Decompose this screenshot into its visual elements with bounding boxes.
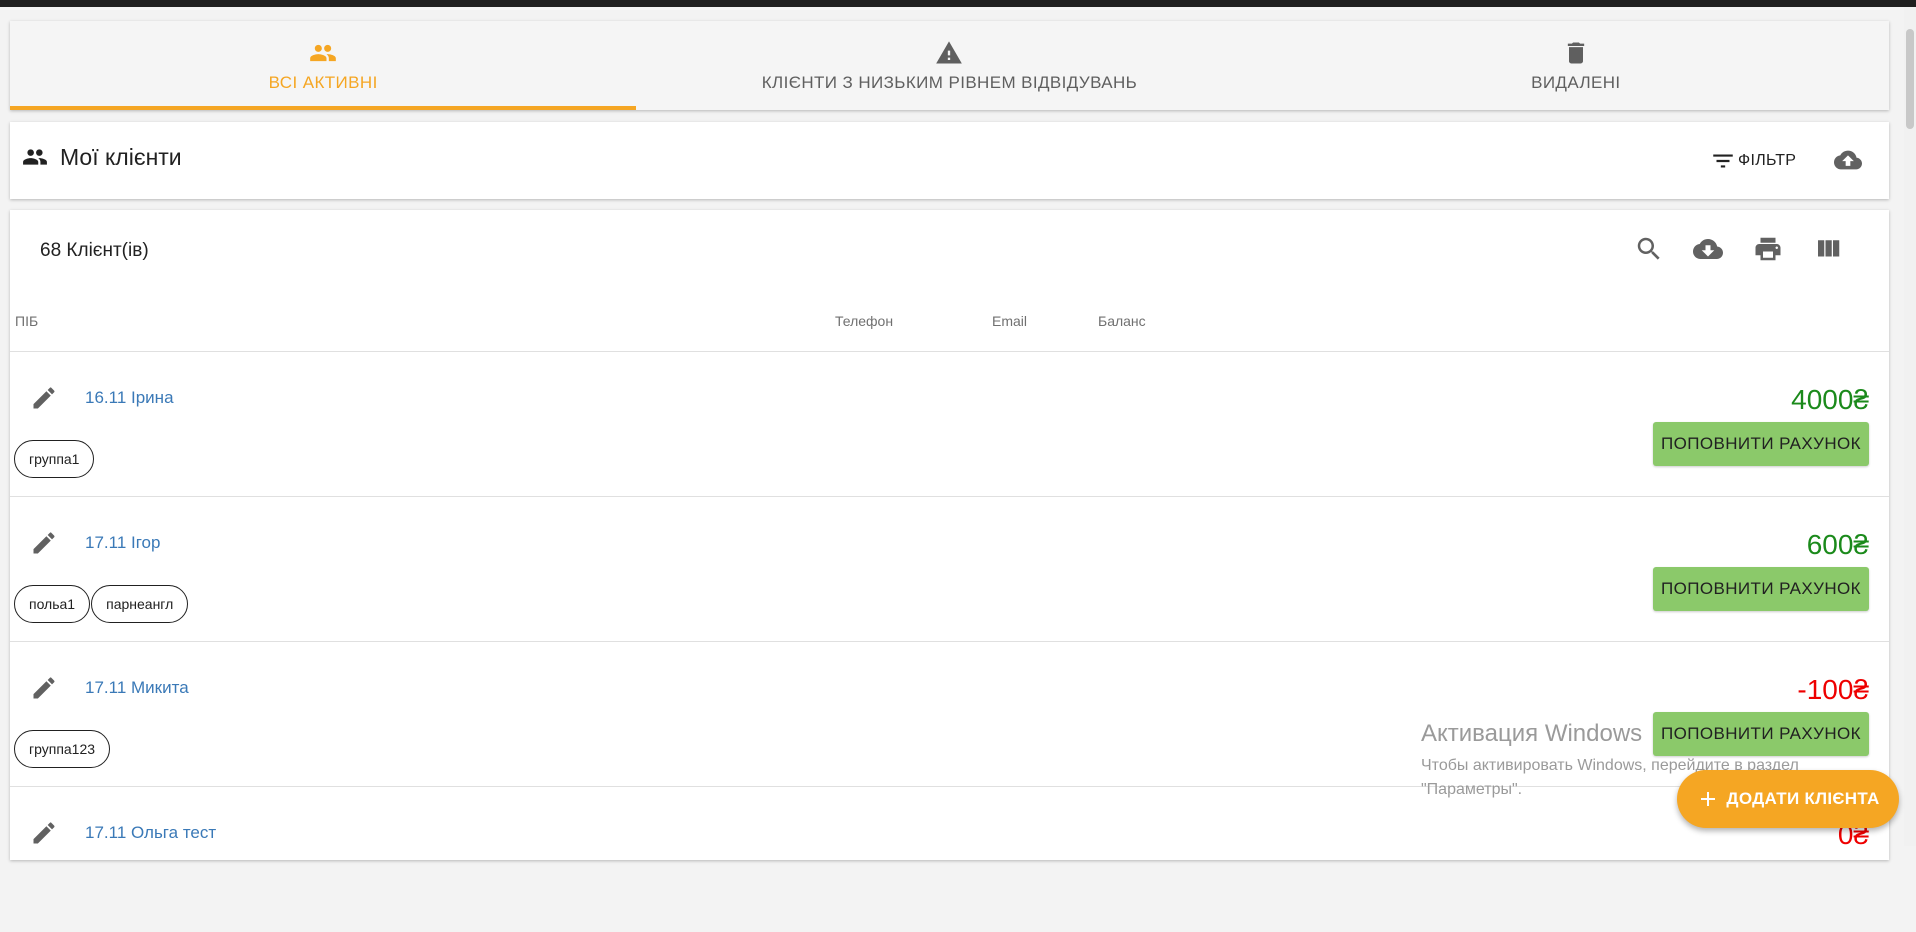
edit-icon[interactable] [30, 674, 58, 702]
trash-icon [1567, 42, 1584, 63]
edit-icon[interactable] [30, 819, 58, 847]
cloud-download-icon[interactable] [1693, 234, 1723, 264]
tab-low-attendance[interactable]: КЛІЄНТИ З НИЗЬКИМ РІВНЕМ ВІДВІДУВАНЬ [636, 21, 1262, 110]
view-columns-icon[interactable] [1813, 234, 1843, 264]
print-icon[interactable] [1753, 234, 1783, 264]
tag-chip[interactable]: группа1 [14, 440, 95, 478]
client-name-link[interactable]: 17.11 Микита [85, 678, 189, 698]
column-header-phone[interactable]: Телефон [835, 313, 893, 329]
warning-icon [936, 40, 963, 63]
client-balance: 600₴ [1806, 529, 1869, 560]
tag-chip[interactable]: польа1 [14, 585, 91, 623]
client-name-link[interactable]: 17.11 Ігор [85, 533, 160, 553]
filter-button[interactable]: ФІЛЬТР [1710, 148, 1796, 174]
tab-label: КЛІЄНТИ З НИЗЬКИМ РІВНЕМ ВІДВІДУВАНЬ [761, 72, 1138, 92]
add-client-button[interactable]: ДОДАТИ КЛІЄНТА [1677, 770, 1899, 828]
scrollbar-thumb[interactable] [1906, 29, 1914, 129]
people-icon [310, 44, 336, 61]
table-row: 17.11 Ігор польа1 парнеангл 600₴ ПОПОВНИ… [10, 496, 1889, 642]
column-header-name[interactable]: ПІБ [15, 313, 38, 329]
client-name-link[interactable]: 17.11 Ольга тест [85, 823, 216, 843]
cloud-upload-icon[interactable] [1832, 146, 1864, 174]
client-balance: 4000₴ [1791, 384, 1869, 415]
filter-label: ФІЛЬТР [1738, 152, 1797, 169]
tab-all-active[interactable]: ВСІ АКТИВНІ [10, 21, 637, 110]
window-top-bar [0, 0, 1916, 7]
tag-chip[interactable]: парнеангл [91, 585, 189, 623]
client-tags: польа1 парнеангл [14, 585, 189, 623]
client-tags: группа1 [14, 440, 95, 478]
plus-icon [1701, 792, 1716, 806]
edit-icon[interactable] [30, 384, 58, 412]
clients-header: Мої клієнти ФІЛЬТР [10, 122, 1889, 199]
page-scrollbar[interactable] [1904, 7, 1916, 846]
tab-label: ВСІ АКТИВНІ [268, 72, 378, 92]
top-up-button[interactable]: ПОПОВНИТИ РАХУНОК [1653, 712, 1869, 756]
client-count: 68 Клієнт(ів) [40, 240, 149, 261]
client-balance: -100₴ [1797, 674, 1869, 705]
table-row: 16.11 Ірина группа1 4000₴ ПОПОВНИТИ РАХУ… [10, 351, 1889, 497]
tab-deleted[interactable]: ВИДАЛЕНІ [1263, 21, 1889, 110]
tab-label: ВИДАЛЕНІ [1531, 72, 1621, 92]
page-title: Мої клієнти [60, 144, 182, 170]
client-tabs: ВСІ АКТИВНІ КЛІЄНТИ З НИЗЬКИМ РІВНЕМ ВІД… [10, 21, 1889, 110]
table-row: 17.11 Ольга тест 0₴ [10, 786, 1889, 932]
edit-icon[interactable] [30, 529, 58, 557]
table-row: 17.11 Микита группа123 -100₴ ПОПОВНИТИ Р… [10, 641, 1889, 787]
top-up-button[interactable]: ПОПОВНИТИ РАХУНОК [1653, 567, 1869, 611]
filter-icon [1713, 154, 1733, 168]
tag-chip[interactable]: группа123 [14, 730, 111, 768]
client-tags: группа123 [14, 730, 111, 768]
client-name-link[interactable]: 16.11 Ірина [85, 388, 174, 408]
clients-table: 68 Клієнт(ів) ПІБ Телефон Email Баланс 1… [10, 210, 1889, 860]
top-up-button[interactable]: ПОПОВНИТИ РАХУНОК [1653, 422, 1869, 466]
column-header-balance[interactable]: Баланс [1098, 313, 1146, 329]
people-icon [23, 149, 47, 165]
search-icon[interactable] [1634, 234, 1664, 264]
add-client-label: ДОДАТИ КЛІЄНТА [1726, 789, 1880, 808]
column-header-email[interactable]: Email [992, 313, 1027, 329]
